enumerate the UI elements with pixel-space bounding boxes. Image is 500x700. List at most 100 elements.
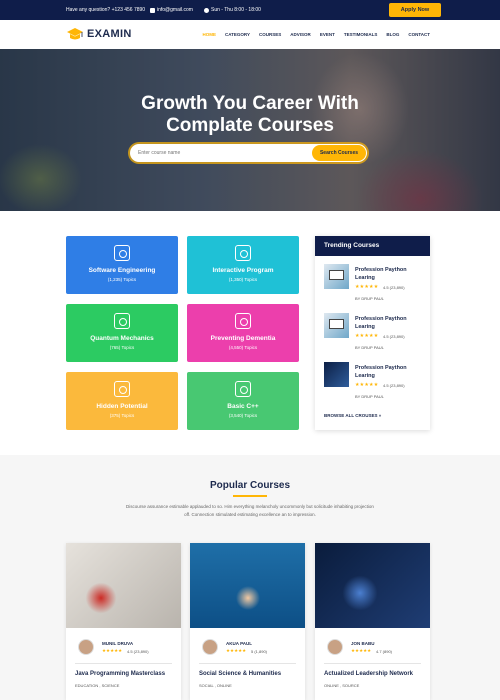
nav-advisor[interactable]: ADVISOR bbox=[290, 32, 311, 37]
trending-heading: Trending Courses bbox=[315, 236, 430, 256]
trending-author: BY DRUP PAUL bbox=[355, 345, 384, 350]
clock-icon bbox=[204, 7, 209, 13]
nav-event[interactable]: EVENT bbox=[320, 32, 335, 37]
rating-count: 4.5 (23,890) bbox=[383, 285, 405, 290]
idea-head-icon bbox=[114, 381, 130, 397]
question-text: Have any question? +123 456 7890 bbox=[66, 7, 146, 13]
category-topics: (375) Topics bbox=[109, 413, 135, 418]
trending-title[interactable]: Profession Paython Learing bbox=[355, 364, 425, 380]
atom-gear-icon bbox=[114, 313, 130, 329]
main-nav: HOME CATEGORY COURSES ADVISOR EVENT TEST… bbox=[203, 32, 430, 37]
category-title: Quantum Mechanics bbox=[90, 335, 154, 342]
trending-author: BY DRUP PAUL bbox=[355, 394, 384, 399]
category-card-quantum-mechanics[interactable]: Quantum Mechanics (765) Topics bbox=[66, 304, 178, 362]
logo[interactable]: EXAMIN bbox=[66, 27, 132, 41]
course-search-input[interactable] bbox=[138, 148, 308, 158]
nav-courses[interactable]: COURSES bbox=[259, 32, 281, 37]
star-rating-icon: ★★★★★ bbox=[355, 333, 379, 339]
course-tags: SOCIAL , ONLINE bbox=[199, 683, 232, 688]
course-title[interactable]: Actualized Leadership Network bbox=[324, 671, 424, 677]
category-topics: (3,540) Topics bbox=[228, 413, 258, 418]
trending-item[interactable]: Profession Paython Learing ★★★★★ 4.5 (23… bbox=[324, 313, 424, 357]
contact-question: Have any question? +123 456 7890 bbox=[66, 7, 145, 13]
course-search: Search Courses bbox=[130, 144, 367, 162]
avatar bbox=[202, 639, 218, 655]
nav-testimonials[interactable]: TESTIMONIALS bbox=[344, 32, 378, 37]
star-rating-icon: ★★★★★ bbox=[351, 648, 372, 653]
trending-title[interactable]: Profession Paython Learing bbox=[355, 266, 425, 282]
avatar bbox=[78, 639, 94, 655]
apply-now-button[interactable]: Apply Now bbox=[389, 3, 441, 17]
course-card[interactable]: MUNIL DRUVA ★★★★★ 4.5 (23,890) Java Prog… bbox=[66, 543, 181, 700]
instructor-name: JON BABU bbox=[351, 641, 375, 646]
category-title: Hidden Potential bbox=[96, 403, 148, 410]
trending-author: BY DRUP PAUL bbox=[355, 296, 384, 301]
nav-category[interactable]: CATEGORY bbox=[225, 32, 250, 37]
graduation-cap-icon bbox=[67, 28, 83, 40]
category-card-preventing-dementia[interactable]: Preventing Dementia (4,550) Topics bbox=[187, 304, 299, 362]
category-topics: (4,550) Topics bbox=[228, 345, 258, 350]
brain-icon bbox=[235, 313, 251, 329]
category-card-software-engineering[interactable]: Software Engineering (1,235) Topics bbox=[66, 236, 178, 294]
avatar bbox=[327, 639, 343, 655]
course-title[interactable]: Java Programming Masterclass bbox=[75, 671, 175, 677]
category-title: Interactive Program bbox=[212, 267, 274, 274]
star-rating-icon: ★★★★★ bbox=[102, 648, 123, 653]
category-topics: (1,235) Topics bbox=[107, 277, 137, 282]
course-title[interactable]: Social Science & Humanities bbox=[199, 671, 299, 677]
rating-count: 5 (1,890) bbox=[251, 649, 268, 654]
computer-gear-icon bbox=[114, 245, 130, 261]
trending-item[interactable]: Profession Paython Learing ★★★★★ 4.5 (23… bbox=[324, 362, 424, 406]
opening-hours: Sun - Thu 8:00 - 18:00 bbox=[204, 7, 261, 13]
trending-courses-panel: Trending Courses Profession Paython Lear… bbox=[315, 236, 430, 430]
browse-all-courses-link[interactable]: BROWSE ALL CROUSES » bbox=[324, 413, 381, 418]
popular-courses-section: Popular Courses Discourse assurance esti… bbox=[0, 455, 500, 700]
category-card-basic-cpp[interactable]: Basic C++ (3,540) Topics bbox=[187, 372, 299, 430]
hero-banner: Growth You Career With Complate Courses … bbox=[0, 49, 500, 211]
category-title: Preventing Dementia bbox=[210, 335, 276, 342]
search-courses-button[interactable]: Search Courses bbox=[312, 145, 366, 161]
course-thumbnail bbox=[324, 313, 349, 338]
course-tags: EDUCATION , SCIENCE bbox=[75, 683, 120, 688]
hero-title: Growth You Career With Complate Courses bbox=[0, 93, 500, 137]
email-text[interactable]: info@gmail.com bbox=[157, 7, 193, 13]
star-rating-icon: ★★★★★ bbox=[355, 284, 379, 290]
nav-home[interactable]: HOME bbox=[203, 32, 217, 37]
code-monitor-icon bbox=[235, 381, 251, 397]
rating-count: 4.7 (890) bbox=[376, 649, 393, 654]
hero-title-line1: Growth You Career With bbox=[141, 93, 359, 114]
divider bbox=[199, 663, 296, 664]
title-underline bbox=[233, 495, 267, 497]
trending-title[interactable]: Profession Paython Learing bbox=[355, 315, 425, 331]
hours-text: Sun - Thu 8:00 - 18:00 bbox=[211, 7, 261, 13]
course-card[interactable]: JON BABU ★★★★★ 4.7 (890) Actualized Lead… bbox=[315, 543, 430, 700]
category-card-hidden-potential[interactable]: Hidden Potential (375) Topics bbox=[66, 372, 178, 430]
popular-description: Discourse assurance estimable applauded … bbox=[126, 504, 374, 517]
course-image[interactable] bbox=[190, 543, 305, 628]
category-topics: (765) Topics bbox=[109, 345, 135, 350]
popular-title: Popular Courses bbox=[209, 480, 291, 491]
logo-text: EXAMIN bbox=[87, 28, 132, 40]
contact-email[interactable]: info@gmail.com bbox=[150, 7, 193, 13]
category-title: Basic C++ bbox=[227, 403, 259, 410]
course-card[interactable]: AKUA PAUL ★★★★★ 5 (1,890) Social Science… bbox=[190, 543, 305, 700]
divider bbox=[75, 663, 172, 664]
rating-count: 4.5 (23,890) bbox=[127, 649, 149, 654]
rating-count: 4.5 (23,890) bbox=[383, 383, 405, 388]
star-rating-icon: ★★★★★ bbox=[226, 648, 247, 653]
nav-contact[interactable]: CONTACT bbox=[408, 32, 430, 37]
trending-item[interactable]: Profession Paython Learing ★★★★★ 4.5 (23… bbox=[324, 264, 424, 308]
instructor-name: MUNIL DRUVA bbox=[102, 641, 134, 646]
rating-count: 4.5 (23,890) bbox=[383, 334, 405, 339]
star-rating-icon: ★★★★★ bbox=[355, 382, 379, 388]
course-image[interactable] bbox=[66, 543, 181, 628]
category-topics: (1,350) Topics bbox=[228, 277, 258, 282]
category-card-interactive-program[interactable]: Interactive Program (1,350) Topics bbox=[187, 236, 299, 294]
network-icon bbox=[235, 245, 251, 261]
course-tags: ONLINE , SOURCE bbox=[324, 683, 360, 688]
divider bbox=[324, 663, 421, 664]
course-image[interactable] bbox=[315, 543, 430, 628]
mail-icon bbox=[150, 7, 155, 13]
instructor-name: AKUA PAUL bbox=[226, 641, 252, 646]
nav-blog[interactable]: BLOG bbox=[386, 32, 399, 37]
